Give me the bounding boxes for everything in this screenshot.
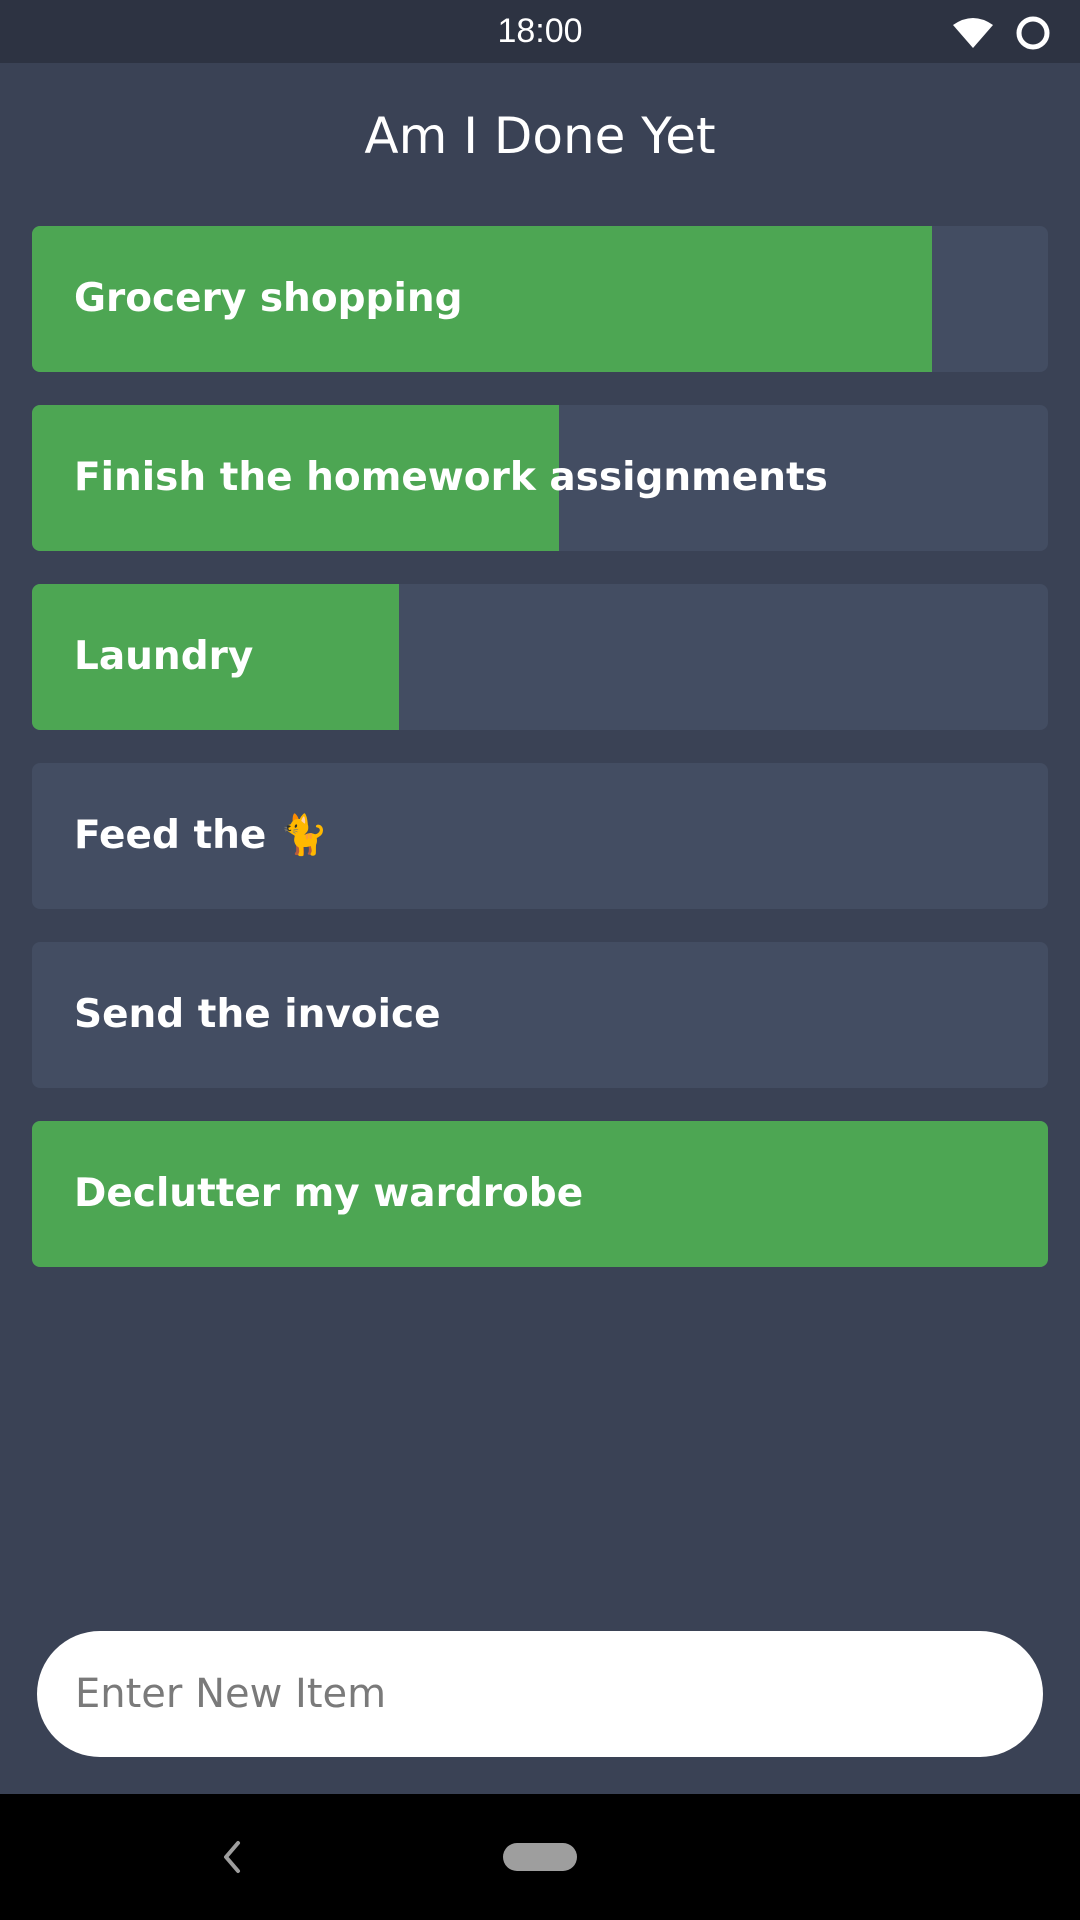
- task-label: Grocery shopping: [74, 276, 463, 321]
- back-icon[interactable]: [218, 1838, 246, 1876]
- task-item[interactable]: Send the invoice: [32, 942, 1048, 1088]
- wifi-icon: [953, 18, 993, 48]
- task-item[interactable]: Feed the 🐈: [32, 763, 1048, 909]
- app-screen: 18:00 Am I Done Yet Grocery shopping Fin…: [0, 0, 1080, 1920]
- task-item[interactable]: Finish the homework assignments: [32, 405, 1048, 551]
- page-title: Am I Done Yet: [364, 107, 716, 165]
- task-item[interactable]: Declutter my wardrobe: [32, 1121, 1048, 1267]
- task-label: Feed the 🐈: [74, 813, 329, 858]
- task-label: Finish the homework assignments: [74, 455, 828, 500]
- new-item-input-container: [37, 1631, 1043, 1757]
- circle-icon: [1016, 16, 1050, 50]
- task-list: Grocery shopping Finish the homework ass…: [32, 226, 1048, 1300]
- task-label: Laundry: [74, 634, 254, 679]
- home-pill-icon[interactable]: [503, 1843, 577, 1871]
- status-bar: 18:00: [0, 0, 1080, 63]
- task-item[interactable]: Laundry: [32, 584, 1048, 730]
- status-time: 18:00: [497, 12, 583, 50]
- task-label: Send the invoice: [74, 992, 441, 1037]
- task-item[interactable]: Grocery shopping: [32, 226, 1048, 372]
- task-label: Declutter my wardrobe: [74, 1171, 584, 1216]
- new-item-input[interactable]: [75, 1631, 1005, 1757]
